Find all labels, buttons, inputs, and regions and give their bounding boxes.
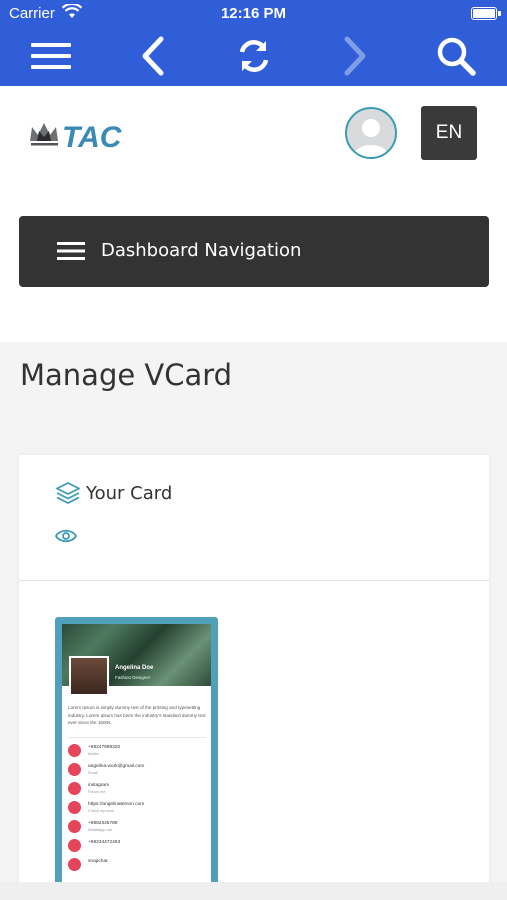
layers-icon <box>56 482 80 504</box>
battery-icon <box>471 7 497 20</box>
back-icon <box>142 36 164 76</box>
language-button[interactable]: EN <box>421 106 477 160</box>
card-divider <box>19 580 489 581</box>
vcard-row: +98247998320 Mobile <box>68 744 208 758</box>
bottom-edge <box>0 882 507 900</box>
dashboard-navigation-label: Dashboard Navigation <box>101 240 302 261</box>
refresh-icon <box>239 40 269 72</box>
search-icon <box>437 37 476 76</box>
dashboard-navigation-toggle[interactable]: Dashboard Navigation <box>19 216 489 287</box>
hamburger-icon <box>31 43 71 69</box>
vcard-row: snapchat <box>68 858 208 872</box>
forward-icon <box>344 36 366 76</box>
vcard-name: Angelina Doe <box>115 665 154 671</box>
snapchat-icon <box>68 858 81 871</box>
vcard-row: +98234472463 <box>68 839 208 853</box>
whatsapp-icon <box>68 820 81 833</box>
vcard-role: Fashion Designer <box>115 675 151 680</box>
svg-text:TAC: TAC <box>62 121 123 153</box>
page-title: Manage VCard <box>20 358 233 392</box>
vcard-preview[interactable]: Angelina Doe Fashion Designer Lorem Ipsu… <box>55 617 218 900</box>
hamburger-icon <box>57 242 85 260</box>
telegram-icon <box>68 839 81 852</box>
vcard-row: instagram Follow me <box>68 782 208 796</box>
status-time: 12:16 PM <box>220 5 287 22</box>
back-button[interactable] <box>131 34 175 78</box>
status-bar: Carrier 12:16 PM <box>0 0 507 28</box>
crown-icon <box>30 123 58 146</box>
eye-icon[interactable] <box>55 528 77 544</box>
user-avatar-icon <box>353 119 389 157</box>
menu-button[interactable] <box>29 34 73 78</box>
email-icon <box>68 763 81 776</box>
vcard-row: +9882345789 WhatsApp me <box>68 820 208 834</box>
vcard-row: angelina.work@gmail.com Email <box>68 763 208 777</box>
card-title: Your Card <box>86 483 173 504</box>
instagram-icon <box>68 782 81 795</box>
forward-button[interactable] <box>333 34 377 78</box>
app-toolbar: Carrier 12:16 PM <box>0 0 507 86</box>
link-icon <box>68 801 81 814</box>
vcard-about: Lorem Ipsum is simply dummy text of the … <box>68 705 206 726</box>
user-avatar[interactable] <box>345 107 397 159</box>
phone-icon <box>68 744 81 757</box>
refresh-button[interactable] <box>232 34 276 78</box>
search-button[interactable] <box>434 34 478 78</box>
vcard-body: Angelina Doe Fashion Designer Lorem Ipsu… <box>62 624 211 886</box>
vcard-profile-photo <box>69 656 109 696</box>
vcard-row: https://angelinatemon.com Check my work <box>68 801 208 815</box>
tac-logo[interactable]: TAC <box>28 119 146 157</box>
